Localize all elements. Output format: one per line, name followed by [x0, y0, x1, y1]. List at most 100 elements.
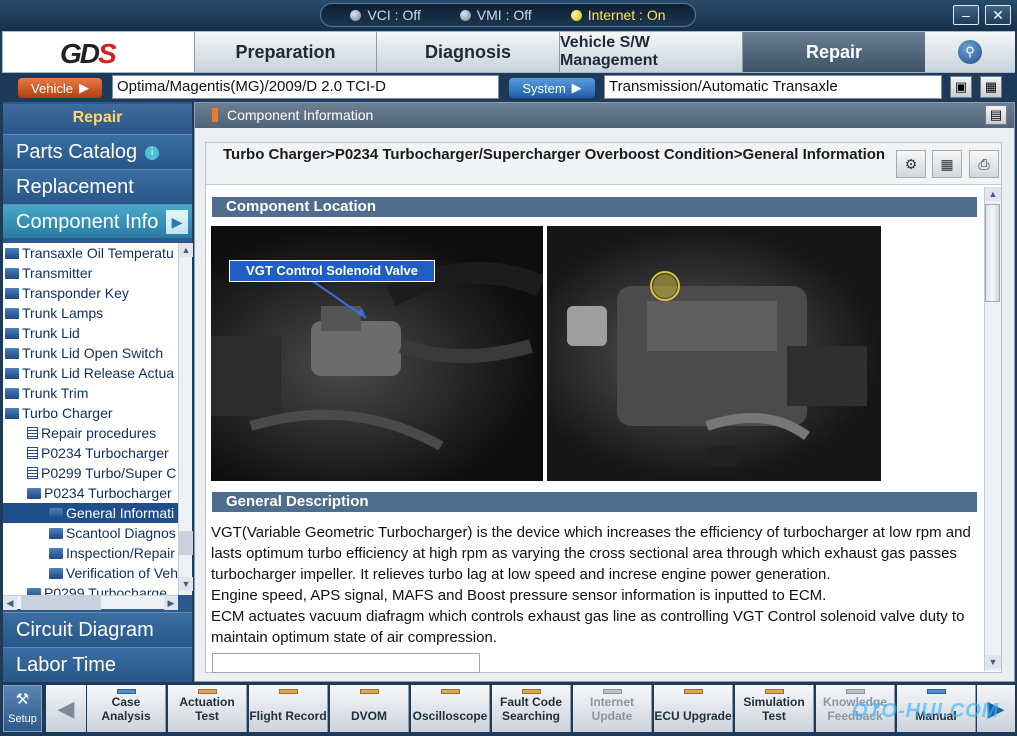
setup-button[interactable]: ⚒ Setup — [3, 685, 42, 732]
content-scroll-thumb[interactable] — [985, 204, 1000, 302]
connection-status: VCI : Off VMI : Off Internet : On — [320, 3, 696, 27]
description-paragraph: VGT(Variable Geometric Turbocharger) is … — [211, 524, 971, 583]
system-field[interactable]: Transmission/Automatic Transaxle — [604, 75, 942, 99]
tree-item[interactable]: Trunk Lamps — [3, 303, 178, 323]
tree-item[interactable]: General Informati — [3, 503, 178, 523]
vci-indicator-icon — [350, 9, 362, 21]
tree-item-label: Trunk Lid — [22, 325, 80, 341]
tree-item-label: Trunk Lid Release Actua — [22, 365, 175, 381]
tree-item-label: P0299 Turbocharge — [44, 585, 167, 595]
description-paragraph: ECM actuates vacuum diafragm which contr… — [211, 608, 965, 646]
tab-vehicle-sw-management[interactable]: Vehicle S/W Management — [559, 32, 742, 72]
function-button-actuation-test[interactable]: Actuation Test — [168, 685, 247, 732]
settings-grid-icon[interactable]: ▦ — [980, 76, 1002, 98]
tree-item[interactable]: Turbo Charger — [3, 403, 178, 423]
scroll-right-icon[interactable]: ▶ — [164, 596, 178, 610]
play-arrow-icon: ▶ — [571, 80, 582, 95]
tree-item-label: Verification of Veh — [65, 565, 178, 581]
tree-horizontal-scrollbar[interactable]: ◀ ▶ — [3, 595, 178, 610]
status-indicator-icon — [684, 689, 703, 694]
tree-item[interactable]: Trunk Lid Release Actua — [3, 363, 178, 383]
tree-item[interactable]: P0234 Turbocharger — [3, 483, 178, 503]
sidebar-item-component-info[interactable]: Component Info ▶ — [3, 204, 192, 238]
folder-icon — [5, 287, 19, 299]
sidebar-item-labor-time[interactable]: Labor Time — [3, 647, 192, 681]
tree-item[interactable]: Scantool Diagnos — [3, 523, 178, 543]
engine-bay-photo — [547, 226, 881, 481]
tree-item-label: Transmitter — [22, 265, 93, 281]
tab-repair[interactable]: Repair — [742, 32, 925, 72]
scroll-thumb[interactable] — [179, 531, 193, 555]
engine-bay-drawing — [567, 271, 867, 466]
status-indicator-icon — [603, 689, 622, 694]
vci-status: VCI : Off — [350, 7, 421, 23]
folder-icon — [5, 327, 19, 339]
tree-item[interactable]: Repair procedures — [3, 423, 178, 443]
function-button-oscilloscope[interactable]: Oscilloscope — [411, 685, 490, 732]
scroll-up-icon[interactable]: ▲ — [985, 187, 1001, 201]
scroll-left-icon[interactable]: ◀ — [3, 596, 17, 610]
tab-diagnosis[interactable]: Diagnosis — [376, 32, 559, 72]
tree-vertical-scrollbar[interactable]: ▲ ▼ — [178, 243, 193, 595]
tree-item[interactable]: P0299 Turbocharge — [3, 583, 178, 595]
scroll-down-icon[interactable]: ▼ — [179, 577, 193, 591]
tree-item[interactable]: Inspection/Repair — [3, 543, 178, 563]
component-tree: Transaxle Oil Temperatu Transmitter Transp… — [3, 243, 178, 595]
general-description-text: VGT(Variable Geometric Turbocharger) is … — [211, 522, 981, 648]
folder-icon — [5, 347, 19, 359]
sidebar-item-circuit-diagram[interactable]: Circuit Diagram — [3, 612, 192, 646]
folder-icon — [27, 587, 41, 595]
breadcrumb-title: Turbo Charger>P0234 Turbocharger/Superch… — [206, 143, 1001, 185]
function-button-internet-update[interactable]: Internet Update — [573, 685, 652, 732]
camera-icon[interactable]: ▣ — [950, 76, 972, 98]
status-indicator-icon — [522, 689, 541, 694]
tree-item[interactable]: Transmitter — [3, 263, 178, 283]
h-scroll-thumb[interactable] — [21, 596, 101, 610]
vehicle-button[interactable]: Vehicle ▶ — [18, 78, 102, 98]
function-button-flight-record[interactable]: Flight Record — [249, 685, 328, 732]
tree-item[interactable]: Transponder Key — [3, 283, 178, 303]
tree-view-icon[interactable]: ▦ — [932, 150, 962, 178]
function-button-fault-code-searching[interactable]: Fault Code Searching — [492, 685, 571, 732]
component-view-icon[interactable]: ⚙ — [896, 150, 926, 178]
sidebar-item-replacement[interactable]: Replacement — [3, 169, 192, 203]
function-button-dvom[interactable]: DVOM — [330, 685, 409, 732]
panel-layout-icon[interactable]: ▤ — [985, 105, 1007, 125]
function-button-case-analysis[interactable]: Case Analysis — [87, 685, 166, 732]
print-icon[interactable]: ⎙ — [969, 150, 999, 178]
folder-icon — [5, 267, 19, 279]
tools-icon: ⚒ — [15, 691, 30, 708]
tree-item-label: Trunk Trim — [22, 385, 89, 401]
tree-item-label: Transponder Key — [22, 285, 129, 301]
close-button[interactable]: ✕ — [985, 5, 1011, 25]
tree-item-label: Trunk Lid Open Switch — [22, 345, 164, 361]
document-icon — [27, 467, 38, 479]
tab-preparation[interactable]: Preparation — [194, 32, 376, 72]
scroll-up-icon[interactable]: ▲ — [179, 243, 193, 257]
status-indicator-icon — [927, 689, 946, 694]
tree-item-label: Turbo Charger — [22, 405, 113, 421]
section-component-location: Component Location — [212, 197, 977, 217]
status-indicator-icon — [765, 689, 784, 694]
sidebar-item-parts-catalog[interactable]: Parts Catalog i — [3, 134, 192, 168]
system-button[interactable]: System ▶ — [509, 78, 595, 98]
search-button[interactable]: ⚲ — [925, 32, 1015, 72]
sidebar-title: Repair — [3, 104, 192, 132]
folder-icon — [49, 507, 63, 519]
minimize-button[interactable]: – — [953, 5, 979, 25]
function-button-ecu-upgrade[interactable]: ECU Upgrade — [654, 685, 733, 732]
tree-item[interactable]: Verification of Veh — [3, 563, 178, 583]
tree-item[interactable]: Trunk Lid Open Switch — [3, 343, 178, 363]
folder-icon — [27, 487, 41, 499]
tree-item[interactable]: Transaxle Oil Temperatu — [3, 243, 178, 263]
tree-item[interactable]: Trunk Lid — [3, 323, 178, 343]
scroll-down-icon[interactable]: ▼ — [985, 655, 1001, 669]
vehicle-field[interactable]: Optima/Magentis(MG)/2009/D 2.0 TCI-D — [112, 75, 499, 99]
tree-item-label: Scantool Diagnos — [66, 525, 176, 541]
tree-item[interactable]: P0299 Turbo/Super C — [3, 463, 178, 483]
function-button-simulation-test[interactable]: Simulation Test — [735, 685, 814, 732]
status-indicator-icon — [846, 689, 865, 694]
tree-item[interactable]: P0234 Turbocharger — [3, 443, 178, 463]
tree-item[interactable]: Trunk Trim — [3, 383, 178, 403]
scroll-left-arrow-icon[interactable]: ◀ — [46, 685, 86, 732]
